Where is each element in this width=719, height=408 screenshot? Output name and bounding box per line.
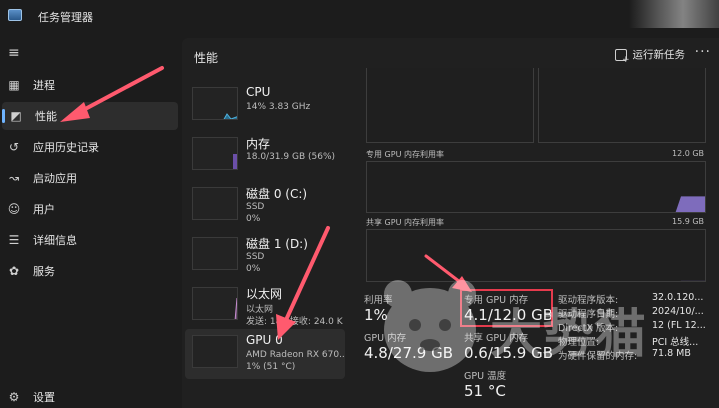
- sidebar-item-label: 服务: [33, 265, 55, 278]
- info-value: 71.8 MB: [652, 348, 691, 359]
- info-key: 物理位置:: [558, 337, 600, 348]
- resource-usage: 1% (51 °C): [246, 362, 296, 372]
- info-key: 驱动程序版本:: [558, 295, 619, 306]
- sidebar-item-label: 用户: [33, 203, 55, 216]
- arrow-to-dedicated-memory: [424, 254, 472, 292]
- performance-icon: ◩: [10, 109, 22, 123]
- sidebar-item-details[interactable]: ☰ 详细信息: [0, 226, 178, 254]
- disk-0-thumbnail-graph: [192, 187, 238, 220]
- resource-detail: 14% 3.83 GHz: [246, 102, 311, 112]
- users-icon: ☺: [7, 202, 21, 216]
- shared-memory-value: 0.6/15.9 GB: [464, 344, 553, 362]
- sidebar-item-label: 设置: [33, 391, 55, 404]
- info-value: 2024/10/...: [652, 306, 704, 317]
- sidebar-item-label: 启动应用: [33, 172, 77, 185]
- sidebar-item-label: 应用历史记录: [33, 141, 99, 154]
- arrow-to-gpu0: [276, 226, 330, 340]
- sidebar-item-settings[interactable]: ⚙ 设置: [0, 383, 178, 408]
- more-options-button[interactable]: ···: [695, 44, 711, 60]
- resource-item-cpu[interactable]: CPU 14% 3.83 GHz: [185, 81, 345, 131]
- dedicated-memory-graph: [366, 161, 706, 213]
- resource-detail: 18.0/31.9 GB (56%): [246, 152, 336, 162]
- gpu-engine-graph-1: [366, 68, 534, 143]
- utilization-title: 利用率: [364, 295, 393, 306]
- info-key: 驱动程序日期:: [558, 309, 619, 320]
- ethernet-thumbnail-graph: [192, 287, 238, 320]
- processes-icon: ▦: [8, 78, 20, 92]
- resource-detail: SSD: [246, 202, 265, 212]
- gpu-temperature-value: 51 °C: [464, 382, 506, 400]
- run-new-task-label: 运行新任务: [632, 49, 686, 61]
- gpu-memory-value: 4.8/27.9 GB: [364, 344, 453, 362]
- page-title: 性能: [194, 51, 219, 65]
- info-key: 为硬件保留的内存:: [558, 351, 638, 362]
- startup-icon: ↝: [8, 171, 20, 185]
- resource-item-memory[interactable]: 内存 18.0/31.9 GB (56%): [185, 131, 345, 181]
- sidebar-item-services[interactable]: ✿ 服务: [0, 257, 178, 285]
- resource-name: 内存: [246, 137, 271, 151]
- disk-1-thumbnail-graph: [192, 237, 238, 270]
- info-value: 12 (FL 12...: [652, 320, 706, 331]
- task-manager-icon: [8, 9, 22, 21]
- shared-memory-title: 共享 GPU 内存: [464, 333, 529, 344]
- shared-graph-label: 共享 GPU 内存利用率: [366, 218, 444, 227]
- gear-icon: ⚙: [8, 390, 20, 404]
- resource-usage: 0%: [246, 264, 261, 274]
- memory-thumbnail-graph: [192, 137, 238, 170]
- gpu-thumbnail-graph: [192, 335, 238, 368]
- history-icon: ↺: [8, 140, 20, 154]
- info-key: DirectX 版本:: [558, 323, 619, 334]
- info-value: PCI 总线...: [652, 337, 699, 348]
- arrow-to-performance: [60, 66, 164, 122]
- resource-name: CPU: [246, 85, 271, 99]
- cpu-thumbnail-graph: [192, 87, 238, 120]
- dedicated-graph-label: 专用 GPU 内存利用率: [366, 150, 444, 159]
- services-icon: ✿: [8, 264, 20, 278]
- shared-graph-max: 15.9 GB: [672, 217, 705, 226]
- gpu-memory-title: GPU 内存: [364, 333, 407, 344]
- info-value: 32.0.120...: [652, 292, 704, 303]
- window-controls-blurred: [629, 0, 719, 28]
- sidebar-item-users[interactable]: ☺ 用户: [0, 195, 178, 223]
- resource-usage: 0%: [246, 214, 261, 224]
- run-new-task-button[interactable]: 运行新任务: [614, 47, 686, 65]
- gpu-engine-graph-2: [538, 68, 706, 143]
- sidebar-item-app-history[interactable]: ↺ 应用历史记录: [0, 133, 178, 161]
- dedicated-graph-max: 12.0 GB: [672, 149, 705, 158]
- title-bar: 任务管理器: [0, 0, 719, 32]
- utilization-value: 1%: [364, 306, 388, 324]
- sidebar-item-label: 详细信息: [33, 234, 77, 247]
- run-task-icon: [614, 48, 630, 65]
- gpu-temperature-title: GPU 温度: [464, 371, 507, 382]
- details-icon: ☰: [8, 233, 20, 247]
- hamburger-menu-icon[interactable]: ≡: [8, 46, 22, 60]
- resource-name: 磁盘 0 (C:): [246, 187, 308, 201]
- resource-detail: AMD Radeon RX 670..: [246, 350, 345, 360]
- shared-memory-graph: [366, 229, 706, 282]
- window-title: 任务管理器: [38, 11, 93, 24]
- sidebar-item-startup[interactable]: ↝ 启动应用: [0, 164, 178, 192]
